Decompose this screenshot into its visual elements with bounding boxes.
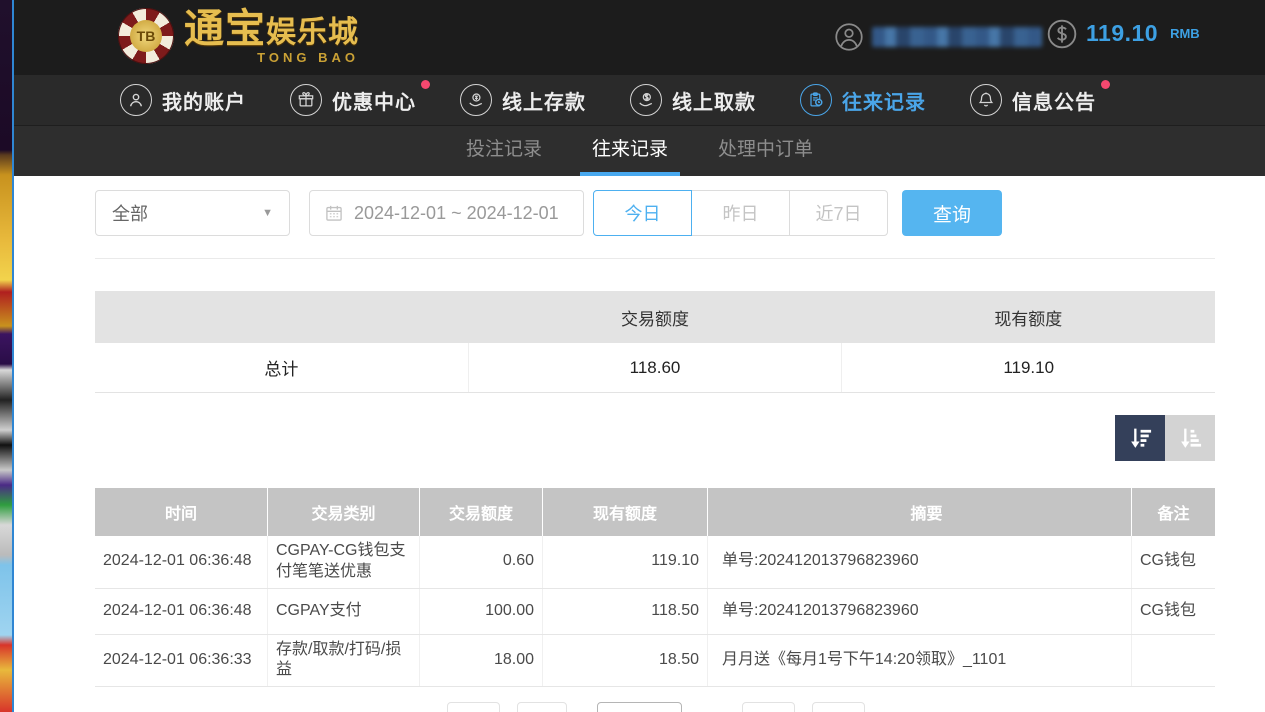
cell-remark — [1132, 635, 1215, 687]
cell-balance: 119.10 — [543, 536, 708, 588]
user-avatar-icon — [834, 22, 864, 52]
cell-balance: 18.50 — [543, 635, 708, 687]
record-tabbar: 投注记录 往来记录 处理中订单 — [14, 126, 1265, 176]
bell-icon — [970, 84, 1002, 116]
nav-item-announcements[interactable]: 信息公告 — [970, 84, 1096, 116]
pagination-prev-button[interactable] — [517, 702, 567, 712]
type-select-value: 全部 — [112, 200, 148, 226]
table-row: 2024-12-01 06:36:48 CGPAY-CG钱包支付笔笔送优惠 0.… — [95, 536, 1215, 589]
today-button[interactable]: 今日 — [593, 190, 692, 236]
header-remark: 备注 — [1132, 488, 1215, 536]
summary-table: 交易额度 现有额度 总计 118.60 119.10 — [95, 291, 1215, 393]
cell-remark: CG钱包 — [1132, 536, 1215, 588]
user-account[interactable] — [834, 22, 1042, 52]
nav-item-withdraw[interactable]: 线上取款 — [630, 84, 756, 116]
cell-amount: 18.00 — [420, 635, 543, 687]
cell-type: CGPAY-CG钱包支付笔笔送优惠 — [268, 536, 420, 588]
cell-type: 存款/取款/打码/损益 — [268, 635, 420, 687]
page: TB 通宝娱乐城 TONG BAO — [0, 0, 1265, 712]
tab-transaction-records[interactable]: 往来记录 — [580, 126, 680, 176]
summary-total-label: 总计 — [95, 343, 469, 392]
cell-time: 2024-12-01 06:36:48 — [95, 536, 268, 588]
summary-header-current: 现有额度 — [842, 291, 1215, 343]
site-logo[interactable]: TB 通宝娱乐城 TONG BAO — [118, 8, 359, 64]
dollar-coin-icon — [1046, 18, 1076, 48]
nav-item-transactions[interactable]: 往来记录 — [800, 84, 926, 116]
cell-time: 2024-12-01 06:36:48 — [95, 589, 268, 634]
date-range-input[interactable]: 2024-12-01 ~ 2024-12-01 — [309, 190, 584, 236]
table-row: 2024-12-01 06:36:33 存款/取款/打码/损益 18.00 18… — [95, 635, 1215, 688]
summary-total-row: 总计 118.60 119.10 — [95, 343, 1215, 393]
cell-amount: 0.60 — [420, 536, 543, 588]
notification-dot — [1101, 80, 1110, 89]
calendar-icon — [324, 203, 344, 223]
top-header: TB 通宝娱乐城 TONG BAO — [14, 0, 1265, 75]
pagination-last-button[interactable] — [812, 702, 865, 712]
summary-current-amount: 119.10 — [842, 343, 1215, 392]
sort-controls — [1115, 415, 1215, 461]
header-summary: 摘要 — [708, 488, 1132, 536]
header-type: 交易类别 — [268, 488, 420, 536]
search-button[interactable]: 查询 — [902, 190, 1002, 236]
username-blurred — [872, 27, 1042, 47]
chip-monogram: TB — [130, 20, 162, 52]
cell-summary: 单号:202412013796823960 — [708, 589, 1132, 634]
gift-icon — [290, 84, 322, 116]
summary-header-empty — [95, 291, 468, 343]
site-title: 通宝娱乐城 — [184, 9, 359, 49]
main-nav: 我的账户 优惠中心 线上存 — [14, 75, 1265, 126]
nav-item-my-account[interactable]: 我的账户 — [120, 84, 246, 116]
last7days-button[interactable]: 近7日 — [789, 190, 888, 236]
tab-betting-records[interactable]: 投注记录 — [454, 126, 554, 176]
header-balance: 现有额度 — [543, 488, 708, 536]
header-time: 时间 — [95, 488, 268, 536]
background-promo-strip — [0, 0, 14, 712]
pagination-current-page[interactable] — [597, 702, 682, 712]
cell-balance: 118.50 — [543, 589, 708, 634]
pagination-first-button[interactable] — [447, 702, 500, 712]
pagination-next-button[interactable] — [742, 702, 795, 712]
summary-header-transaction: 交易额度 — [468, 291, 841, 343]
quick-date-buttons: 今日 昨日 近7日 — [593, 190, 888, 236]
deposit-icon — [460, 84, 492, 116]
records-table: 时间 交易类别 交易额度 现有额度 摘要 备注 2024-12-01 06:36… — [95, 488, 1215, 687]
balance-currency: RMB — [1170, 26, 1200, 41]
cell-remark: CG钱包 — [1132, 589, 1215, 634]
summary-header-row: 交易额度 现有额度 — [95, 291, 1215, 343]
poker-chip-icon: TB — [118, 8, 174, 64]
section-divider — [95, 258, 1215, 259]
table-row: 2024-12-01 06:36:48 CGPAY支付 100.00 118.5… — [95, 589, 1215, 635]
yesterday-button[interactable]: 昨日 — [691, 190, 790, 236]
sort-ascending-button[interactable] — [1165, 415, 1215, 461]
cell-summary: 单号:202412013796823960 — [708, 536, 1132, 588]
withdraw-icon — [630, 84, 662, 116]
balance[interactable]: 119.10 RMB — [1046, 18, 1200, 48]
cell-type: CGPAY支付 — [268, 589, 420, 634]
date-range-value: 2024-12-01 ~ 2024-12-01 — [354, 203, 559, 224]
balance-amount: 119.10 — [1086, 20, 1158, 47]
nav-item-promotions[interactable]: 优惠中心 — [290, 84, 416, 116]
notification-dot — [421, 80, 430, 89]
nav-item-deposit[interactable]: 线上存款 — [460, 84, 586, 116]
summary-transaction-amount: 118.60 — [469, 343, 843, 392]
chevron-down-icon: ▼ — [262, 207, 273, 219]
tab-pending-orders[interactable]: 处理中订单 — [706, 126, 825, 176]
sort-descending-button[interactable] — [1115, 415, 1165, 461]
records-icon — [800, 84, 832, 116]
user-icon — [120, 84, 152, 116]
site-subtitle: TONG BAO — [257, 51, 359, 64]
header-amount: 交易额度 — [420, 488, 543, 536]
cell-amount: 100.00 — [420, 589, 543, 634]
cell-summary: 月月送《每月1号下午14:20领取》_1101 — [708, 635, 1132, 687]
cell-time: 2024-12-01 06:36:33 — [95, 635, 268, 687]
records-header-row: 时间 交易类别 交易额度 现有额度 摘要 备注 — [95, 488, 1215, 536]
type-select[interactable]: 全部 ▼ — [95, 190, 290, 236]
